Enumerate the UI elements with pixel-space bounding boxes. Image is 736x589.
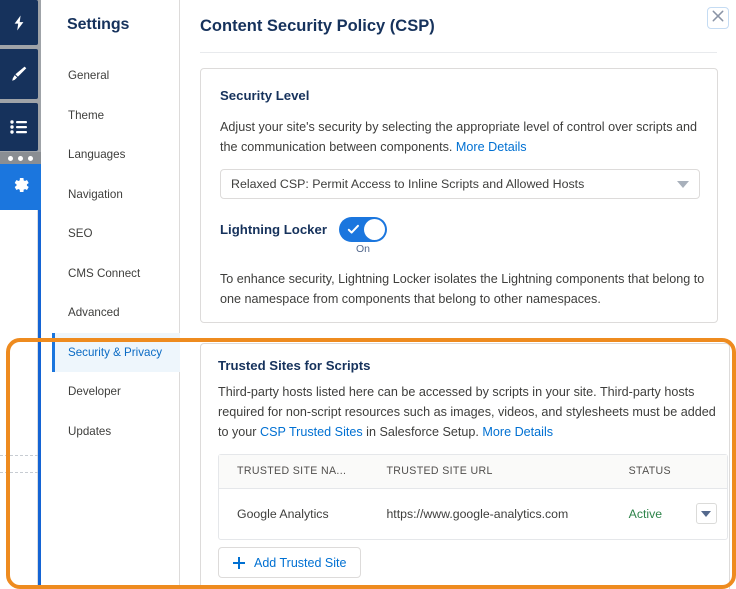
- security-level-description: Adjust your site's security by selecting…: [220, 117, 701, 157]
- security-more-details-link[interactable]: More Details: [456, 140, 527, 154]
- table-header-row: TRUSTED SITE NA... TRUSTED SITE URL STAT…: [219, 455, 727, 489]
- rail-button-lightning[interactable]: [0, 0, 38, 45]
- sidebar-title: Settings: [67, 16, 130, 33]
- add-trusted-site-label: Add Trusted Site: [254, 555, 347, 570]
- cell-row-actions: [685, 488, 727, 539]
- cell-status: Active: [619, 488, 685, 539]
- cell-site-url: https://www.google-analytics.com: [386, 506, 569, 521]
- paintbrush-icon: [10, 65, 28, 83]
- rail-button-components[interactable]: [0, 103, 38, 151]
- app-icon-rail: [0, 0, 41, 589]
- lightning-locker-description: To enhance security, Lightning Locker is…: [220, 272, 705, 306]
- sidebar-item-theme[interactable]: Theme: [52, 96, 180, 136]
- lightning-locker-row: Lightning Locker On: [220, 217, 387, 255]
- table-row[interactable]: Google Analytics https://www.google-anal…: [219, 488, 727, 539]
- rail-drag-handle[interactable]: [0, 152, 41, 164]
- security-level-heading: Security Level: [220, 88, 310, 103]
- trusted-sites-description-text-2: in Salesforce Setup.: [362, 425, 483, 439]
- canvas-edge-panel: [0, 210, 38, 589]
- trusted-sites-heading: Trusted Sites for Scripts: [218, 358, 371, 373]
- sidebar-item-label: Languages: [68, 148, 126, 162]
- canvas-dashed-guide: [0, 455, 38, 456]
- lightning-bolt-icon: [11, 15, 27, 31]
- table-head: TRUSTED SITE NA... TRUSTED SITE URL STAT…: [219, 455, 727, 489]
- column-header-site-name[interactable]: TRUSTED SITE NA...: [219, 455, 381, 489]
- settings-sidebar: Settings General Theme Languages Navigat…: [52, 0, 180, 589]
- lightning-locker-label: Lightning Locker: [220, 222, 327, 237]
- sidebar-item-label: Theme: [68, 108, 105, 122]
- security-level-select[interactable]: Relaxed CSP: Permit Access to Inline Scr…: [220, 169, 700, 199]
- security-level-select-value: Relaxed CSP: Permit Access to Inline Scr…: [231, 177, 585, 191]
- page-title: Content Security Policy (CSP): [200, 17, 435, 35]
- csp-settings-screen: Settings General Theme Languages Navigat…: [0, 0, 736, 589]
- trusted-sites-description: Third-party hosts listed here can be acc…: [218, 382, 721, 442]
- sidebar-item-seo[interactable]: SEO: [52, 214, 180, 254]
- sidebar-item-advanced[interactable]: Advanced: [52, 293, 180, 333]
- handle-dot: [18, 155, 23, 161]
- trusted-sites-more-details-link[interactable]: More Details: [482, 425, 553, 439]
- canvas-dashed-guide: [0, 472, 38, 473]
- lightning-locker-toggle-wrap: On: [338, 217, 387, 255]
- title-divider: [200, 52, 717, 53]
- settings-nav-list: General Theme Languages Navigation SEO C…: [52, 56, 180, 451]
- rail-button-settings[interactable]: [0, 164, 41, 210]
- main-content-panel: Content Security Policy (CSP) Security L…: [181, 0, 736, 589]
- rail-button-theme[interactable]: [0, 49, 38, 99]
- sidebar-item-developer[interactable]: Developer: [52, 372, 180, 412]
- handle-dot: [8, 155, 13, 161]
- lightning-locker-state: On: [355, 243, 370, 255]
- trusted-sites-table-wrap: TRUSTED SITE NA... TRUSTED SITE URL STAT…: [218, 454, 728, 540]
- sidebar-item-label: Advanced: [68, 306, 120, 320]
- sidebar-item-label: General: [68, 69, 110, 83]
- list-icon: [10, 120, 28, 134]
- column-header-status[interactable]: STATUS: [618, 455, 685, 489]
- lightning-locker-toggle[interactable]: [338, 217, 387, 242]
- sidebar-item-label: Developer: [68, 385, 121, 399]
- add-trusted-site-button[interactable]: Add Trusted Site: [218, 547, 362, 578]
- close-button[interactable]: [707, 7, 729, 29]
- row-actions-button[interactable]: [695, 503, 717, 525]
- sidebar-item-cms-connect[interactable]: CMS Connect: [52, 254, 180, 294]
- sidebar-item-updates[interactable]: Updates: [52, 412, 180, 452]
- sidebar-item-label: Security & Privacy: [68, 345, 163, 359]
- sidebar-item-security-and-privacy[interactable]: Security & Privacy: [52, 332, 180, 372]
- chevron-down-icon: [677, 180, 689, 188]
- cell-site-name: Google Analytics: [237, 506, 329, 521]
- sidebar-item-label: CMS Connect: [68, 266, 141, 280]
- sidebar-item-navigation[interactable]: Navigation: [52, 175, 180, 215]
- plus-icon: [233, 556, 245, 569]
- trusted-sites-table: TRUSTED SITE NA... TRUSTED SITE URL STAT…: [219, 455, 727, 539]
- table-body: Google Analytics https://www.google-anal…: [219, 488, 727, 539]
- trusted-sites-card: Trusted Sites for Scripts Third-party ho…: [200, 343, 730, 589]
- sidebar-item-general[interactable]: General: [52, 56, 180, 96]
- check-icon: [347, 223, 360, 241]
- sidebar-item-languages[interactable]: Languages: [52, 135, 180, 175]
- column-header-actions: [685, 455, 727, 489]
- close-icon: [712, 9, 724, 27]
- chevron-down-icon: [701, 510, 711, 517]
- column-header-site-url[interactable]: TRUSTED SITE URL: [380, 455, 619, 489]
- sidebar-item-label: SEO: [68, 227, 93, 241]
- csp-trusted-sites-link[interactable]: CSP Trusted Sites: [260, 425, 363, 439]
- handle-dot: [28, 155, 33, 161]
- sidebar-item-label: Updates: [68, 424, 112, 438]
- gear-icon: [11, 175, 31, 200]
- security-level-card: Security Level Adjust your site's securi…: [200, 68, 718, 323]
- status-badge: Active: [628, 506, 663, 521]
- sidebar-item-label: Navigation: [68, 187, 123, 201]
- toggle-knob: [363, 219, 385, 240]
